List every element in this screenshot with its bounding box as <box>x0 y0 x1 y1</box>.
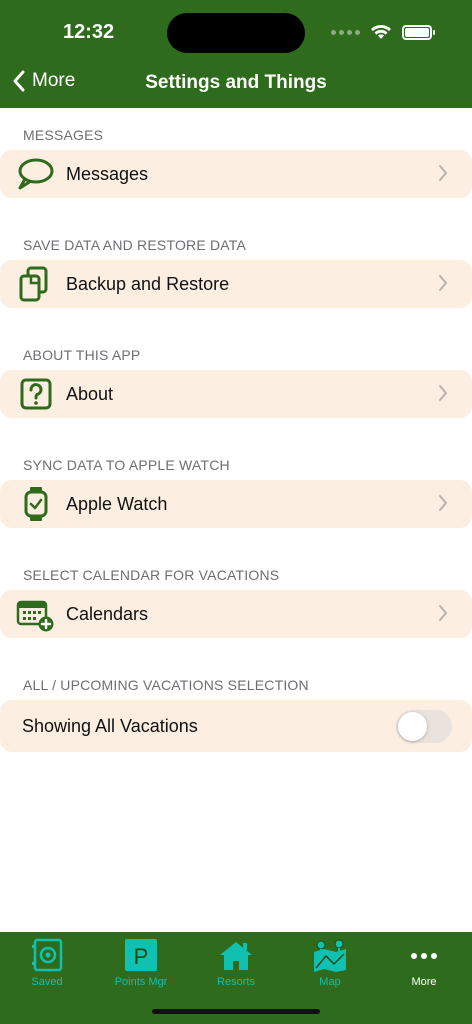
calendars-label: Calendars <box>66 603 149 624</box>
section-header-calendars: SELECT CALENDAR FOR VACATIONS <box>23 567 280 583</box>
calendar-add-icon <box>16 600 54 632</box>
chevron-right-icon <box>439 275 447 291</box>
battery-icon <box>402 24 435 40</box>
status-icons <box>331 24 435 40</box>
tab-points-mgr-label: Points Mgr <box>114 976 168 988</box>
backup-restore-row[interactable]: Backup and Restore <box>0 260 472 308</box>
vacations-toggle-label: Showing All Vacations <box>22 715 198 736</box>
about-row[interactable]: About <box>0 370 472 418</box>
chevron-right-icon <box>439 495 447 511</box>
tab-saved[interactable]: Saved <box>7 936 87 992</box>
documents-icon <box>19 266 48 302</box>
speech-bubble-icon <box>18 158 54 190</box>
section-header-about: ABOUT THIS APP <box>23 347 141 363</box>
more-dots-icon <box>411 953 437 959</box>
messages-row[interactable]: Messages <box>0 150 472 198</box>
apple-watch-row[interactable]: Apple Watch <box>0 480 472 528</box>
tab-points-mgr[interactable]: P Points Mgr <box>101 936 181 992</box>
tab-resorts[interactable]: Resorts <box>196 936 276 992</box>
chevron-right-icon <box>439 605 447 621</box>
home-indicator <box>152 1009 320 1014</box>
tab-map-label: Map <box>319 976 341 988</box>
section-header-backup: SAVE DATA AND RESTORE DATA <box>23 237 247 253</box>
messages-label: Messages <box>66 163 149 184</box>
status-time: 12:32 <box>63 21 115 43</box>
cellular-signal-icon <box>331 29 360 35</box>
section-header-messages: MESSAGES <box>23 127 104 143</box>
apple-watch-label: Apple Watch <box>66 493 168 514</box>
tab-more-label: More <box>411 976 437 988</box>
tab-map[interactable]: Map <box>290 936 370 992</box>
show-all-vacations-switch[interactable] <box>396 710 452 743</box>
question-square-icon <box>20 378 52 410</box>
map-icon <box>314 939 346 972</box>
house-icon <box>220 942 252 970</box>
svg-text:P: P <box>134 944 149 969</box>
section-header-watch: SYNC DATA TO APPLE WATCH <box>23 457 230 473</box>
navigation-header: 12:32 More Settings and Things <box>0 0 472 108</box>
chevron-right-icon <box>439 165 447 181</box>
switch-knob <box>398 712 427 741</box>
dynamic-island <box>167 13 305 53</box>
backup-restore-label: Backup and Restore <box>66 273 230 294</box>
about-label: About <box>66 383 114 404</box>
apple-watch-icon <box>24 487 48 521</box>
page-title: Settings and Things <box>145 72 327 93</box>
calendars-row[interactable]: Calendars <box>0 590 472 638</box>
chevron-right-icon <box>439 385 447 401</box>
wifi-icon <box>371 25 391 39</box>
saved-safe-icon <box>32 938 63 972</box>
section-header-vacations: ALL / UPCOMING VACATIONS SELECTION <box>23 677 309 693</box>
tab-more[interactable]: More <box>384 936 464 992</box>
points-p-icon: P <box>125 939 157 971</box>
tab-saved-label: Saved <box>31 976 63 988</box>
tab-resorts-label: Resorts <box>217 976 255 988</box>
vacations-toggle-row: Showing All Vacations <box>0 700 472 752</box>
